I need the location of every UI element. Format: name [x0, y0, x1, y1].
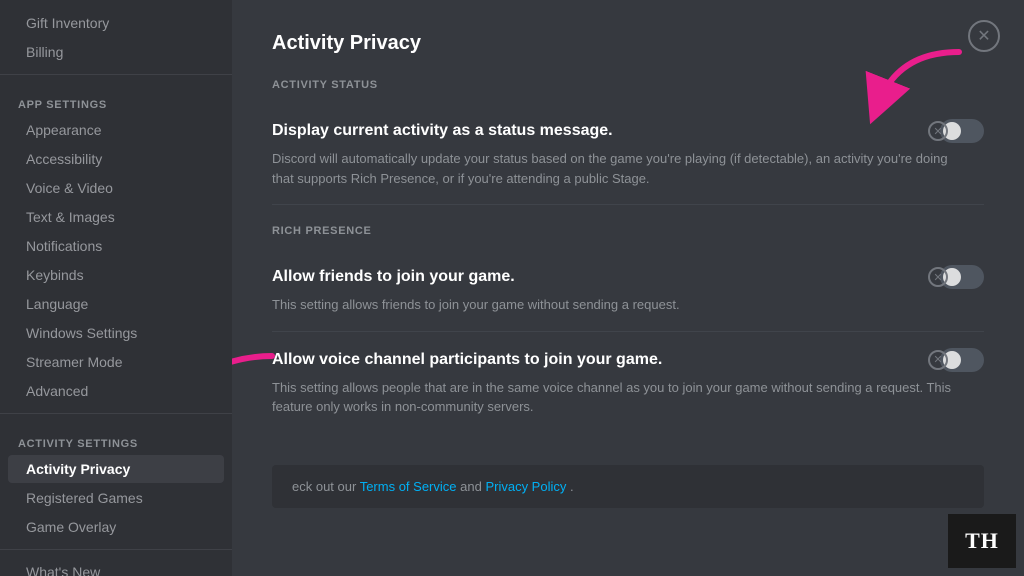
sidebar: Gift Inventory Billing APP SETTINGS Appe… — [0, 0, 232, 576]
setting-desc-allow-friends-join: This setting allows friends to join your… — [272, 295, 952, 315]
footer-privacy-link[interactable]: Privacy Policy — [485, 479, 566, 494]
setting-header-allow-voice-join: Allow voice channel participants to join… — [272, 348, 984, 372]
setting-row-allow-voice-join: Allow voice channel participants to join… — [272, 332, 984, 433]
sidebar-item-activity-privacy[interactable]: Activity Privacy — [8, 455, 224, 483]
sidebar-item-gift-inventory[interactable]: Gift Inventory — [8, 9, 224, 37]
sidebar-item-whats-new[interactable]: What's New — [8, 558, 224, 576]
toggle-x-display-activity[interactable]: ✕ — [928, 121, 948, 141]
sidebar-item-voice-video[interactable]: Voice & Video — [8, 174, 224, 202]
sidebar-section-activity-settings: ACTIVITY SETTINGS — [0, 422, 232, 454]
setting-row-allow-friends-join: Allow friends to join your game. ✕ This … — [272, 249, 984, 332]
toggle-display-activity[interactable]: ✕ — [928, 119, 984, 143]
section-label-rich-presence: RICH PRESENCE — [272, 225, 984, 237]
setting-title-allow-voice-join: Allow voice channel participants to join… — [272, 351, 662, 369]
sidebar-item-streamer-mode[interactable]: Streamer Mode — [8, 348, 224, 376]
sidebar-item-language[interactable]: Language — [8, 290, 224, 318]
toggle-x-friends-join[interactable]: ✕ — [928, 267, 948, 287]
sidebar-item-accessibility[interactable]: Accessibility — [8, 145, 224, 173]
sidebar-item-billing[interactable]: Billing — [8, 38, 224, 66]
setting-title-allow-friends-join: Allow friends to join your game. — [272, 268, 515, 286]
sidebar-item-game-overlay[interactable]: Game Overlay — [8, 513, 224, 541]
sidebar-divider-2 — [0, 413, 232, 414]
page-title: Activity Privacy — [272, 32, 984, 55]
sidebar-divider-3 — [0, 549, 232, 550]
footer-tos-link[interactable]: Terms of Service — [360, 479, 457, 494]
sidebar-item-windows-settings[interactable]: Windows Settings — [8, 319, 224, 347]
footer-text-and: and — [460, 479, 485, 494]
setting-row-display-activity: Display current activity as a status mes… — [272, 103, 984, 205]
setting-desc-allow-voice-join: This setting allows people that are in t… — [272, 378, 952, 417]
setting-header-allow-friends-join: Allow friends to join your game. ✕ — [272, 265, 984, 289]
sidebar-item-notifications[interactable]: Notifications — [8, 232, 224, 260]
sidebar-item-text-images[interactable]: Text & Images — [8, 203, 224, 231]
sidebar-item-appearance[interactable]: Appearance — [8, 116, 224, 144]
sidebar-item-registered-games[interactable]: Registered Games — [8, 484, 224, 512]
setting-title-display-activity: Display current activity as a status mes… — [272, 122, 613, 140]
toggle-allow-voice-join[interactable]: ✕ — [928, 348, 984, 372]
toggle-x-voice-join[interactable]: ✕ — [928, 350, 948, 370]
setting-desc-display-activity: Discord will automatically update your s… — [272, 149, 952, 188]
footer-notice: eck out our Terms of Service and Privacy… — [272, 465, 984, 508]
sidebar-section-app-settings: APP SETTINGS — [0, 83, 232, 115]
close-button[interactable]: ✕ — [968, 20, 1000, 52]
toggle-allow-friends-join[interactable]: ✕ — [928, 265, 984, 289]
footer-text-end: . — [570, 479, 574, 494]
sidebar-item-keybinds[interactable]: Keybinds — [8, 261, 224, 289]
sidebar-item-advanced[interactable]: Advanced — [8, 377, 224, 405]
footer-text-prefix: eck out our — [292, 479, 360, 494]
watermark: TH — [948, 514, 1016, 568]
main-content: ✕ Activity Privacy ACTIVITY STATUS Displ… — [232, 0, 1024, 576]
sidebar-divider-1 — [0, 74, 232, 75]
section-label-activity-status: ACTIVITY STATUS — [272, 79, 984, 91]
setting-header-display-activity: Display current activity as a status mes… — [272, 119, 984, 143]
